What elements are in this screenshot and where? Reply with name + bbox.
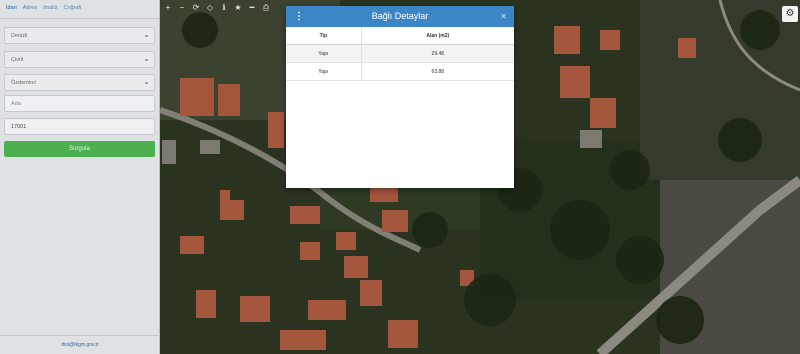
query-button[interactable]: Sorgula bbox=[4, 141, 155, 157]
details-modal: ⋮ Bağlı Detaylar ✕ Tip Alan (m2) Yapı 29… bbox=[286, 6, 514, 188]
cell-area: 29.48 bbox=[360, 44, 514, 63]
column-header-area: Alan (m2) bbox=[360, 27, 514, 45]
details-table: Tip Alan (m2) Yapı 29.48 Yapı 63.88 bbox=[286, 27, 514, 81]
tab-cografi[interactable]: Coğrafi bbox=[60, 0, 84, 18]
sidebar: İdari Adres Imaliz Coğrafi Denizli ⌄ Çiv… bbox=[0, 0, 160, 354]
parcel-value: 17001 bbox=[11, 124, 27, 130]
modal-title: Bağlı Detaylar bbox=[371, 11, 429, 21]
table-row[interactable]: Yapı 29.48 bbox=[286, 44, 514, 63]
cell-type: Yapı bbox=[286, 44, 362, 63]
info-icon[interactable]: ℹ bbox=[217, 2, 231, 14]
column-header-type: Tip bbox=[286, 27, 362, 45]
cell-type: Yapı bbox=[286, 62, 362, 81]
settings-gear-icon[interactable]: ⚙ bbox=[782, 6, 798, 22]
neighborhood-select[interactable]: Özdemirci ⌄ bbox=[4, 74, 155, 91]
province-value: Denizli bbox=[11, 33, 28, 39]
zoom-out-icon[interactable]: − bbox=[175, 2, 189, 14]
zoom-in-icon[interactable]: + bbox=[161, 2, 175, 14]
tab-adres[interactable]: Adres bbox=[20, 0, 40, 18]
neighborhood-value: Özdemirci bbox=[11, 80, 36, 86]
tab-imaliz[interactable]: Imaliz bbox=[40, 0, 60, 18]
table-row[interactable]: Yapı 63.88 bbox=[286, 62, 514, 81]
block-input[interactable]: Ada bbox=[4, 95, 155, 112]
kebab-menu-icon[interactable]: ⋮ bbox=[294, 6, 304, 27]
parcel-input[interactable]: 17001 bbox=[4, 118, 155, 135]
sidebar-tabs: İdari Adres Imaliz Coğrafi bbox=[0, 0, 159, 19]
refresh-icon[interactable]: ⟳ bbox=[189, 2, 203, 14]
footer-email-link[interactable]: dist@tkgm.gov.tr bbox=[0, 335, 160, 354]
cell-area: 63.88 bbox=[360, 62, 514, 81]
map-toolbar: + − ⟳ ◇ ℹ ★ ━ ⎙ bbox=[161, 2, 273, 14]
locate-icon[interactable]: ◇ bbox=[203, 2, 217, 14]
district-value: Çivril bbox=[11, 57, 24, 63]
table-header-row: Tip Alan (m2) bbox=[286, 27, 514, 45]
province-select[interactable]: Denizli ⌄ bbox=[4, 27, 155, 44]
print-icon[interactable]: ⎙ bbox=[259, 2, 273, 14]
modal-header: ⋮ Bağlı Detaylar ✕ bbox=[286, 6, 514, 27]
block-placeholder: Ada bbox=[11, 101, 21, 107]
district-select[interactable]: Çivril ⌄ bbox=[4, 51, 155, 68]
chevron-down-icon: ⌄ bbox=[143, 30, 150, 39]
measure-icon[interactable]: ━ bbox=[245, 2, 259, 14]
star-icon[interactable]: ★ bbox=[231, 2, 245, 14]
chevron-down-icon: ⌄ bbox=[143, 54, 150, 63]
close-icon[interactable]: ✕ bbox=[500, 6, 507, 27]
tab-idari[interactable]: İdari bbox=[3, 0, 20, 18]
chevron-down-icon: ⌄ bbox=[143, 77, 150, 86]
